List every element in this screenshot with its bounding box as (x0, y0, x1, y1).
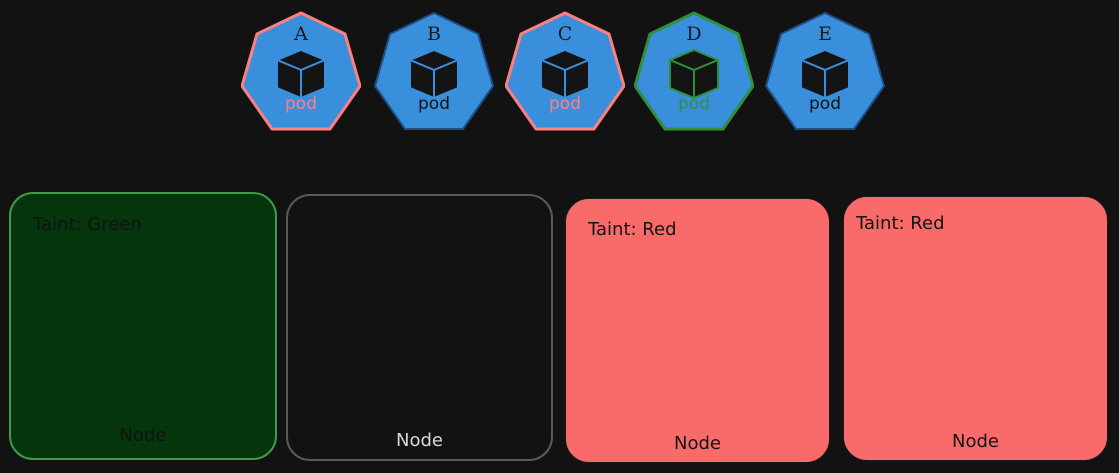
pod-letter: E (818, 23, 832, 45)
diagram-canvas: A pod B pod C pod D pod E pod Taint: Gre… (0, 0, 1119, 473)
node-label: Node (119, 425, 167, 446)
pod-label: pod (285, 94, 317, 114)
pod-c: C pod (505, 10, 625, 132)
pod-d: D pod (634, 10, 754, 132)
pod-letter: B (427, 23, 441, 45)
cube-icon (669, 49, 719, 99)
pod-b: B pod (374, 10, 494, 132)
cube-icon (409, 49, 459, 99)
pod-label: pod (549, 94, 581, 114)
pod-a: A pod (241, 10, 361, 132)
cube-icon (540, 49, 590, 99)
pod-label: pod (678, 94, 710, 114)
node-red-1: Taint: Red Node (565, 198, 830, 463)
node-plain: Node (286, 194, 553, 461)
cube-icon (276, 49, 326, 99)
pod-letter: A (294, 23, 308, 45)
cube-icon (800, 49, 850, 99)
node-label: Node (952, 431, 999, 452)
node-taint-label: Taint: Green (33, 214, 142, 235)
node-green: Taint: Green Node (9, 192, 277, 460)
pod-label: pod (418, 94, 450, 114)
pod-e: E pod (765, 10, 885, 132)
node-taint-label: Taint: Red (588, 219, 677, 240)
node-label: Node (396, 430, 443, 451)
node-taint-label: Taint: Red (856, 213, 945, 234)
node-red-2: Taint: Red Node (843, 196, 1108, 461)
pod-label: pod (809, 94, 841, 114)
node-label: Node (674, 433, 721, 454)
pod-letter: C (557, 23, 573, 45)
pod-letter: D (686, 23, 702, 45)
